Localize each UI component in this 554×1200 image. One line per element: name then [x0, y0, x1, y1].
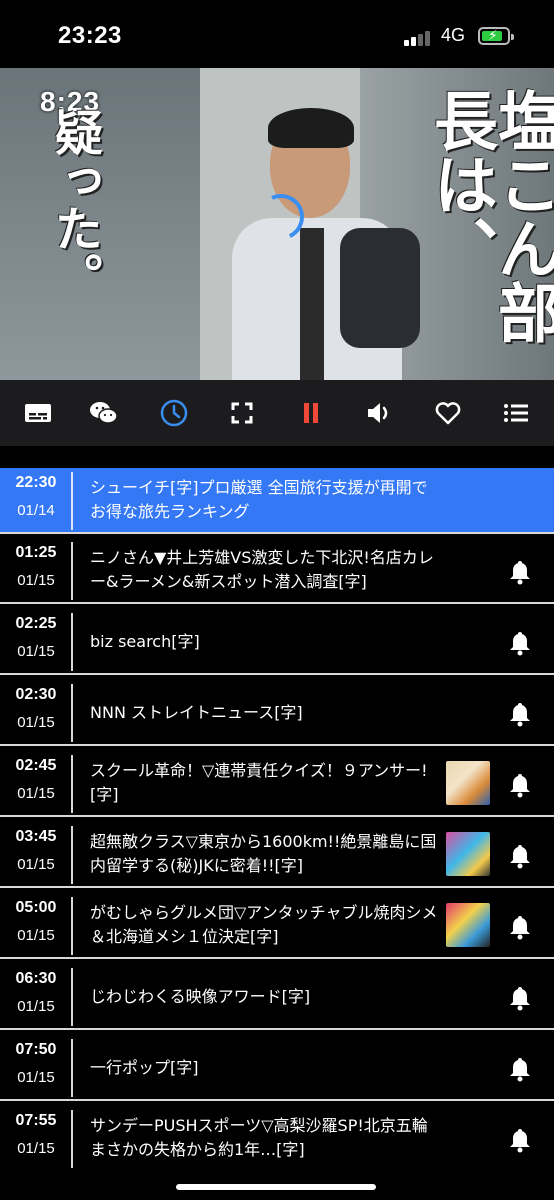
row-time: 02:30: [15, 686, 57, 703]
schedule-row[interactable]: 02:30 01/15 NNN ストレイトニュース[字]: [0, 680, 554, 746]
row-title: ニノさん▼井上芳雄VS激変した下北沢!名店カレー&ラーメン&新スポット潜入調査[…: [90, 548, 434, 591]
row-date: 01/15: [17, 643, 55, 660]
row-title: NNN ストレイトニュース[字]: [90, 703, 303, 722]
clock-icon: [160, 399, 188, 427]
row-title: 超無敵クラス▽東京から1600km!!絶景離島に国内留学する(秘)JKに密着!!…: [90, 832, 437, 875]
player-controls: [0, 380, 554, 446]
wechat-button[interactable]: [86, 395, 122, 431]
row-title: シューイチ[字]プロ厳選 全国旅行支援が再開でお得な旅先ランキング: [90, 478, 428, 521]
program-thumbnail: [446, 903, 490, 947]
schedule-row[interactable]: 01:25 01/15 ニノさん▼井上芳雄VS激変した下北沢!名店カレー&ラーメ…: [0, 538, 554, 604]
subtitle-icon: [25, 404, 51, 422]
subtitle-button[interactable]: [20, 395, 56, 431]
row-title: じわじわくる映像アワード[字]: [90, 987, 311, 1006]
schedule-row[interactable]: 05:00 01/15 がむしゃらグルメ団▽アンタッチャブル焼肉シメ＆北海道メシ…: [0, 893, 554, 959]
video-caption-left: 疑った。: [46, 108, 102, 300]
row-date: 01/15: [17, 572, 55, 589]
row-time: 03:45: [15, 828, 57, 845]
favorite-button[interactable]: [430, 395, 466, 431]
row-title: がむしゃらグルメ団▽アンタッチャブル焼肉シメ＆北海道メシ１位決定[字]: [90, 903, 438, 946]
row-time: 01:25: [15, 544, 57, 561]
row-title: サンデーPUSHスポーツ▽高梨沙羅SP!北京五輪まさかの失格から約1年…[字]: [90, 1116, 428, 1159]
bell-icon[interactable]: [506, 558, 534, 586]
row-date: 01/15: [17, 1069, 55, 1086]
row-time: 02:25: [15, 615, 57, 632]
program-thumbnail: [446, 832, 490, 876]
schedule-row[interactable]: 22:30 01/14 シューイチ[字]プロ厳選 全国旅行支援が再開でお得な旅先…: [0, 468, 554, 534]
battery-icon: ⚡: [478, 27, 514, 45]
row-time: 22:30: [15, 474, 57, 491]
fullscreen-icon: [231, 402, 253, 424]
menu-button[interactable]: [498, 395, 534, 431]
row-title: スクール革命！▽連帯責任クイズ！９アンサー![字]: [90, 761, 428, 804]
network-type: 4G: [441, 25, 466, 45]
status-bar: 23:23 4G ⚡: [0, 0, 554, 68]
schedule-list: 22:30 01/14 シューイチ[字]プロ厳選 全国旅行支援が再開でお得な旅先…: [0, 468, 554, 1200]
home-indicator[interactable]: [176, 1184, 376, 1190]
row-date: 01/15: [17, 856, 55, 873]
schedule-row[interactable]: 07:50 01/15 一行ポップ[字]: [0, 1035, 554, 1101]
video-player[interactable]: 8:23 疑った。 塩こん部長は、: [0, 68, 554, 380]
row-date: 01/14: [17, 502, 55, 519]
bell-icon[interactable]: [506, 700, 534, 728]
volume-button[interactable]: [361, 395, 397, 431]
bell-icon[interactable]: [506, 842, 534, 870]
signal-icon: [404, 30, 432, 46]
row-date: 01/15: [17, 1140, 55, 1157]
row-title: 一行ポップ[字]: [90, 1058, 199, 1077]
row-time: 06:30: [15, 970, 57, 987]
program-thumbnail: [446, 761, 490, 805]
menu-icon: [504, 404, 528, 422]
row-date: 01/15: [17, 714, 55, 731]
row-time: 02:45: [15, 757, 57, 774]
bell-icon[interactable]: [506, 913, 534, 941]
schedule-row[interactable]: 02:45 01/15 スクール革命！▽連帯責任クイズ！９アンサー![字]: [0, 751, 554, 817]
bell-icon[interactable]: [506, 629, 534, 657]
row-date: 01/15: [17, 785, 55, 802]
row-date: 01/15: [17, 927, 55, 944]
fullscreen-button[interactable]: [224, 395, 260, 431]
row-date: 01/15: [17, 998, 55, 1015]
volume-icon: [368, 403, 388, 423]
row-time: 05:00: [15, 899, 57, 916]
schedule-row[interactable]: 06:30 01/15 じわじわくる映像アワード[字]: [0, 964, 554, 1030]
timer-button[interactable]: [156, 395, 192, 431]
pause-button[interactable]: [293, 395, 329, 431]
row-time: 07:55: [15, 1112, 57, 1129]
row-time: 07:50: [15, 1041, 57, 1058]
bell-icon[interactable]: [506, 984, 534, 1012]
status-time: 23:23: [58, 22, 122, 49]
wechat-icon: [90, 402, 118, 424]
row-title: biz search[字]: [90, 632, 200, 651]
pause-icon: [304, 403, 318, 423]
bell-icon[interactable]: [506, 1126, 534, 1154]
schedule-row[interactable]: 03:45 01/15 超無敵クラス▽東京から1600km!!絶景離島に国内留学…: [0, 822, 554, 888]
bell-icon[interactable]: [506, 1055, 534, 1083]
schedule-row[interactable]: 02:25 01/15 biz search[字]: [0, 609, 554, 675]
bell-icon[interactable]: [506, 771, 534, 799]
heart-icon: [435, 402, 461, 425]
video-caption-right: 塩こん部長は、: [423, 88, 554, 344]
